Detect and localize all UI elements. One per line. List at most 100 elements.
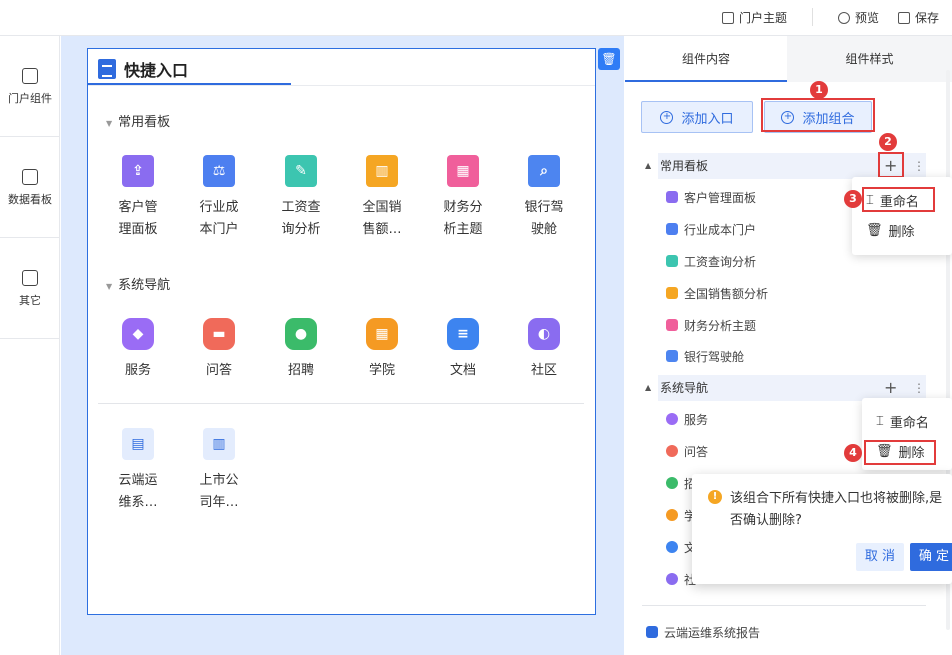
tab-component-content[interactable]: 组件内容: [625, 36, 787, 82]
nav-label: 数据看板: [8, 193, 52, 206]
tile-label: 云端运维系…: [118, 473, 158, 510]
tile-label: 银行驾驶舱: [524, 200, 564, 237]
panel-item-label: 客户管理面板: [684, 190, 757, 205]
tile-label: 财务分析主题: [443, 200, 483, 237]
caret-icon: ▲: [645, 161, 652, 170]
group-header-common[interactable]: ▼ 常用看板: [106, 111, 170, 130]
scale-icon: ⚖: [203, 155, 235, 187]
item-icon: [666, 413, 678, 425]
tile-label: 客户管理面板: [118, 200, 158, 237]
tile-sales[interactable]: ▥ 全国销售额…: [351, 155, 413, 241]
tile-academy[interactable]: ▦ 学院: [351, 318, 413, 382]
panel-item-label: 工资查询分析: [684, 254, 757, 269]
tile-label: 行业成本门户: [199, 200, 239, 237]
portal-theme-label: 门户主题: [739, 11, 788, 25]
highlight-box: [878, 152, 904, 178]
caret-icon: ▲: [645, 383, 652, 392]
divider: [88, 85, 595, 86]
confirm-button[interactable]: 确 定: [910, 543, 952, 571]
eye-icon: [838, 11, 850, 24]
item-icon: [666, 350, 678, 362]
nav-label: 门户组件: [8, 92, 52, 105]
panel-item[interactable]: 工资查询分析: [666, 251, 756, 271]
card-title: 快捷入口: [98, 57, 188, 81]
save-icon: [898, 11, 910, 24]
document-icon: [98, 59, 116, 79]
nav-data-dashboard[interactable]: 数据看板: [0, 137, 60, 238]
tile-label: 工资查询分析: [281, 200, 321, 237]
theme-icon: [722, 11, 734, 24]
tile-industry-cost[interactable]: ⚖ 行业成本门户: [188, 155, 250, 241]
item-icon: [666, 541, 678, 553]
confirm-message: 该组合下所有快捷入口也将被删除,是否确认删除?: [730, 491, 943, 528]
nav-label: 其它: [19, 294, 41, 307]
tile-salary[interactable]: ✎ 工资查询分析: [270, 155, 332, 241]
panel-item[interactable]: 银行驾驶舱: [666, 346, 744, 366]
panel-item[interactable]: 客户管理面板: [666, 187, 756, 207]
save-button[interactable]: 保存: [898, 9, 939, 26]
item-icon: [666, 573, 678, 585]
top-toolbar: 门户主题 预览 保存: [0, 0, 952, 36]
tile-qa[interactable]: ▬ 问答: [188, 318, 250, 382]
panel-item[interactable]: 问答: [666, 441, 708, 461]
item-icon: [666, 255, 678, 267]
nav-portal-components[interactable]: 门户组件: [0, 36, 60, 137]
panel-item[interactable]: 财务分析主题: [666, 315, 756, 335]
item-icon: [666, 509, 678, 521]
community-icon: ◐: [528, 318, 560, 350]
tile-label: 招聘: [287, 363, 314, 378]
panel-item[interactable]: 云端运维系统报告: [646, 622, 760, 642]
panel-item[interactable]: 行业成本门户: [666, 219, 756, 239]
group-header-nav[interactable]: ▼ 系统导航: [106, 274, 170, 293]
tile-customer[interactable]: ⇪ 客户管理面板: [107, 155, 169, 241]
item-icon: [666, 223, 678, 235]
tile-community[interactable]: ◐ 社区: [513, 318, 575, 382]
portal-theme-button[interactable]: 门户主题: [722, 9, 787, 26]
group-name: 常用看板: [660, 159, 709, 173]
delete-confirm-popover: ! 该组合下所有快捷入口也将被删除,是否确认删除? 取 消 确 定: [692, 474, 952, 584]
grid-icon: [22, 68, 38, 84]
left-sidebar: 门户组件 数据看板 其它: [0, 36, 60, 655]
card-title-text: 快捷入口: [124, 61, 189, 80]
preview-button[interactable]: 预览: [838, 9, 879, 26]
caret-down-icon: ▼: [106, 282, 113, 291]
panel-item-label: 银行驾驶舱: [684, 349, 745, 364]
group-name: 系统导航: [660, 381, 709, 395]
tile-listed-company[interactable]: ▥ 上市公司年…: [188, 428, 250, 514]
upload-icon: ⇪: [122, 155, 154, 187]
highlight-box: [761, 98, 875, 132]
tab-component-style[interactable]: 组件样式: [787, 36, 952, 82]
tile-recruit[interactable]: ● 招聘: [270, 318, 332, 382]
tile-cloud-ops[interactable]: ▤ 云端运维系…: [107, 428, 169, 514]
delete-component-button[interactable]: 🗑: [598, 48, 620, 70]
quick-entry-card[interactable]: 快捷入口 ▼ 常用看板 ⇪ 客户管理面板 ⚖ 行业成本门户 ✎ 工资查询分析 ▥ 全国销售…: [87, 48, 596, 615]
nav-other[interactable]: 其它: [0, 238, 60, 339]
panel-item[interactable]: 服务: [666, 409, 708, 429]
caret-down-icon: ▼: [106, 119, 113, 128]
tile-finance[interactable]: ▦ 财务分析主题: [432, 155, 494, 241]
calendar-icon: ▦: [447, 155, 479, 187]
item-icon: [666, 287, 678, 299]
tile-bank[interactable]: ⌕ 银行驾驶舱: [513, 155, 575, 241]
tile-label: 社区: [530, 363, 557, 378]
add-entry-button[interactable]: + 添加入口: [641, 101, 753, 133]
panel-item-label: 问答: [684, 444, 709, 459]
recruit-icon: ●: [285, 318, 317, 350]
more-icon[interactable]: ⋮: [913, 153, 925, 179]
step-badge: 1: [810, 81, 828, 99]
trash-icon: 🗑: [866, 223, 883, 238]
group-name: 常用看板: [118, 115, 171, 130]
item-icon: [666, 445, 678, 457]
delete-menu-item[interactable]: 🗑 删除: [866, 221, 915, 240]
panel-item-label: 行业成本门户: [684, 222, 757, 237]
plus-circle-icon: +: [660, 110, 674, 124]
tile-doc[interactable]: ≡ 文档: [432, 318, 494, 382]
tile-service[interactable]: ◆ 服务: [107, 318, 169, 382]
cancel-button[interactable]: 取 消: [856, 543, 904, 571]
panel-item-label: 财务分析主题: [684, 318, 757, 333]
panel-item[interactable]: 全国销售额分析: [666, 283, 768, 303]
tile-label: 学院: [368, 363, 395, 378]
rename-menu-item[interactable]: ⌶ 重命名: [876, 412, 929, 431]
bar-report-icon: ▥: [203, 428, 235, 460]
rename-label: 重命名: [889, 416, 929, 431]
